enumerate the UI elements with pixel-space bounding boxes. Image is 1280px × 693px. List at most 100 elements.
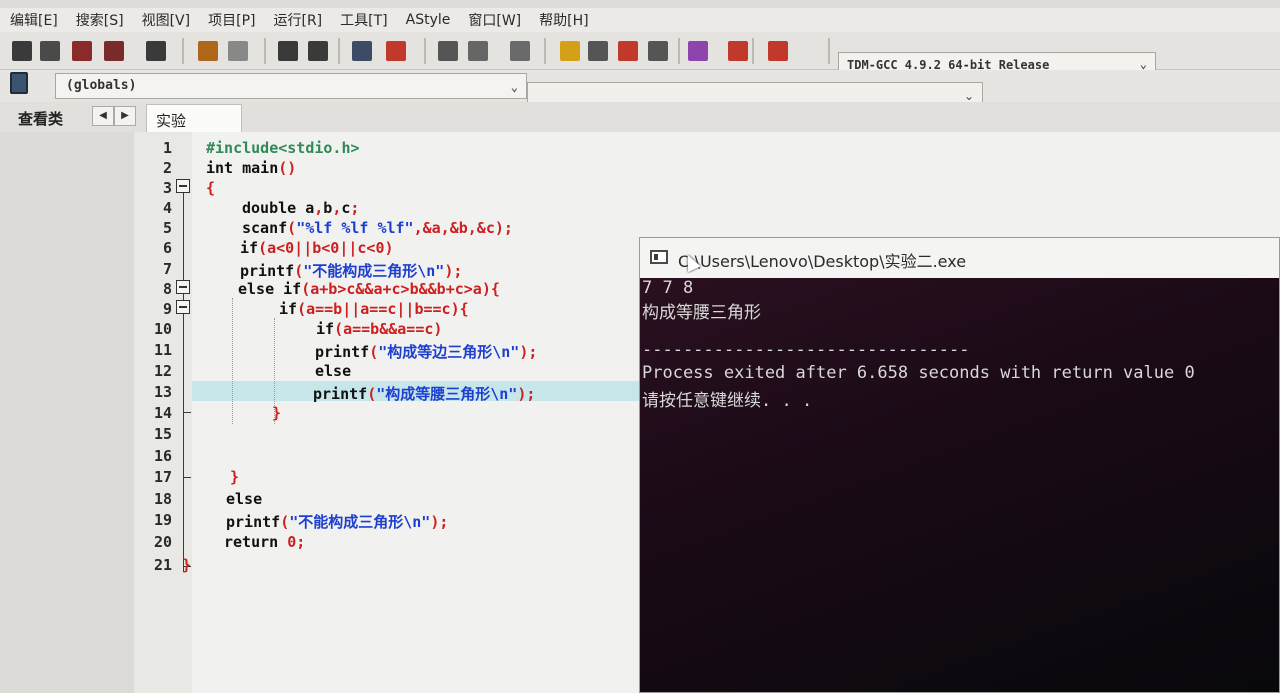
open-icon[interactable]: [40, 41, 60, 61]
code-line[interactable]: double a,b,c;: [242, 199, 359, 217]
unindent-icon[interactable]: [386, 41, 406, 61]
code-token: "构成等边三角形\n": [378, 343, 520, 361]
code-token: }: [272, 404, 282, 422]
code-token: "%lf %lf %lf": [296, 219, 414, 237]
menu-item[interactable]: 运行[R]: [273, 10, 322, 30]
code-token: double a: [242, 199, 315, 217]
code-token: "不能构成三角形\n": [289, 513, 431, 531]
tab-class-view[interactable]: 查看类: [12, 106, 82, 130]
layout-icon[interactable]: [510, 41, 530, 61]
menu-item[interactable]: 编辑[E]: [10, 10, 58, 30]
line-number: 14: [153, 404, 172, 422]
toolbar-separator: [678, 38, 680, 64]
redo-icon[interactable]: [228, 41, 248, 61]
console-app-icon: [650, 250, 668, 264]
indent-icon[interactable]: [352, 41, 372, 61]
code-token: "构成等腰三角形\n": [376, 385, 518, 403]
code-token: (a==b||a==c||b==c){: [297, 300, 469, 318]
line-number: 16: [153, 447, 172, 465]
code-line[interactable]: else: [315, 362, 351, 380]
console-output[interactable]: 7 7 8 构成等腰三角形 ----------------------------…: [640, 278, 1279, 692]
fold-toggle-icon[interactable]: [176, 179, 190, 193]
bookmark-icon[interactable]: [438, 41, 458, 61]
fold-toggle-icon[interactable]: [176, 280, 190, 294]
code-line[interactable]: if(a<0||b<0||c<0): [240, 239, 394, 257]
new-icon[interactable]: [12, 41, 32, 61]
find-icon[interactable]: [278, 41, 298, 61]
line-number: 7: [162, 260, 172, 278]
code-token: ,&a,&b,&c);: [413, 219, 513, 237]
code-token: (: [280, 513, 290, 531]
code-line[interactable]: else: [226, 490, 262, 508]
color-icon[interactable]: [588, 41, 608, 61]
code-token: (: [367, 385, 377, 403]
save-all-icon[interactable]: [104, 41, 124, 61]
code-line[interactable]: }: [230, 468, 239, 486]
line-number: 21: [153, 556, 172, 574]
close-icon[interactable]: [688, 41, 708, 61]
grid-icon[interactable]: [618, 41, 638, 61]
goto-icon[interactable]: [468, 41, 488, 61]
toolbar-separator: [752, 38, 754, 64]
debug-icon[interactable]: [768, 41, 788, 61]
code-line[interactable]: printf("构成等边三角形\n");: [315, 341, 537, 362]
fold-end-marker: [183, 477, 191, 478]
code-line[interactable]: }: [182, 556, 191, 574]
code-line[interactable]: if(a==b||a==c||b==c){: [279, 300, 469, 318]
tab-file[interactable]: 实验二.cpp: [146, 104, 242, 151]
code-line[interactable]: {: [206, 179, 215, 197]
menu-item[interactable]: 视图[V]: [142, 10, 191, 30]
code-line[interactable]: scanf("%lf %lf %lf",&a,&b,&c);: [242, 219, 513, 237]
window-icon[interactable]: [560, 41, 580, 61]
code-token: );: [444, 262, 463, 280]
toolbar-separator: [424, 38, 426, 64]
code-line[interactable]: }: [272, 404, 281, 422]
class-browser-icon[interactable]: [10, 72, 28, 94]
code-token: ,: [332, 199, 342, 217]
menu-item[interactable]: 工具[T]: [340, 10, 387, 30]
chevron-down-icon[interactable]: ⌄: [964, 89, 974, 103]
code-token: (): [278, 159, 297, 177]
line-number: 19: [153, 511, 172, 529]
fold-guide: [183, 180, 184, 572]
chart-icon[interactable]: [728, 41, 748, 61]
window-title-strip: [0, 0, 1280, 8]
code-token: (: [369, 343, 379, 361]
code-line[interactable]: printf("不能构成三角形\n");: [240, 260, 462, 281]
console-window[interactable]: C:\Users\Lenovo\Desktop\实验二.exe 7 7 8 构成等…: [639, 237, 1280, 693]
code-line[interactable]: #include<stdio.h>: [206, 139, 360, 157]
code-line[interactable]: return 0;: [224, 533, 305, 551]
code-line[interactable]: if(a==b&&a==c): [316, 320, 442, 338]
line-number: 6: [162, 239, 172, 257]
fold-toggle-icon[interactable]: [176, 300, 190, 314]
check-icon[interactable]: [648, 41, 668, 61]
chevron-down-icon[interactable]: ⌄: [1140, 57, 1147, 71]
chevron-down-icon[interactable]: ⌄: [511, 80, 518, 94]
print-icon[interactable]: [146, 41, 166, 61]
code-line[interactable]: int main(): [206, 159, 296, 177]
code-line[interactable]: printf("构成等腰三角形\n");: [313, 383, 535, 404]
replace-icon[interactable]: [308, 41, 328, 61]
menu-item[interactable]: AStyle: [406, 12, 451, 28]
menu-item[interactable]: 窗口[W]: [468, 10, 521, 30]
tab-scroll-left-icon[interactable]: ◀: [92, 106, 114, 126]
tab-scroll-right-icon[interactable]: ▶: [114, 106, 136, 126]
code-line[interactable]: else if(a+b>c&&a+c>b&&b+c>a){: [238, 280, 500, 298]
console-title-bar[interactable]: C:\Users\Lenovo\Desktop\实验二.exe: [640, 238, 1279, 278]
code-token: if: [240, 239, 259, 257]
scope-select[interactable]: (globals) ⌄: [55, 73, 527, 99]
menu-item[interactable]: 项目[P]: [208, 10, 255, 30]
code-token: printf: [240, 262, 295, 280]
code-token: b: [323, 199, 333, 217]
menu-item[interactable]: 搜索[S]: [76, 10, 124, 30]
code-line[interactable]: printf("不能构成三角形\n");: [226, 511, 448, 532]
code-token: ,: [314, 199, 324, 217]
undo-icon[interactable]: [198, 41, 218, 61]
toolbar-separator: [828, 38, 830, 64]
code-token: {: [206, 179, 216, 197]
menu-item[interactable]: 帮助[H]: [539, 10, 588, 30]
code-token: printf: [226, 513, 281, 531]
code-token: (a+b>c&&a+c>b&&b+c>a){: [301, 280, 500, 298]
save-icon[interactable]: [72, 41, 92, 61]
console-line: 构成等腰三角形: [642, 303, 761, 323]
